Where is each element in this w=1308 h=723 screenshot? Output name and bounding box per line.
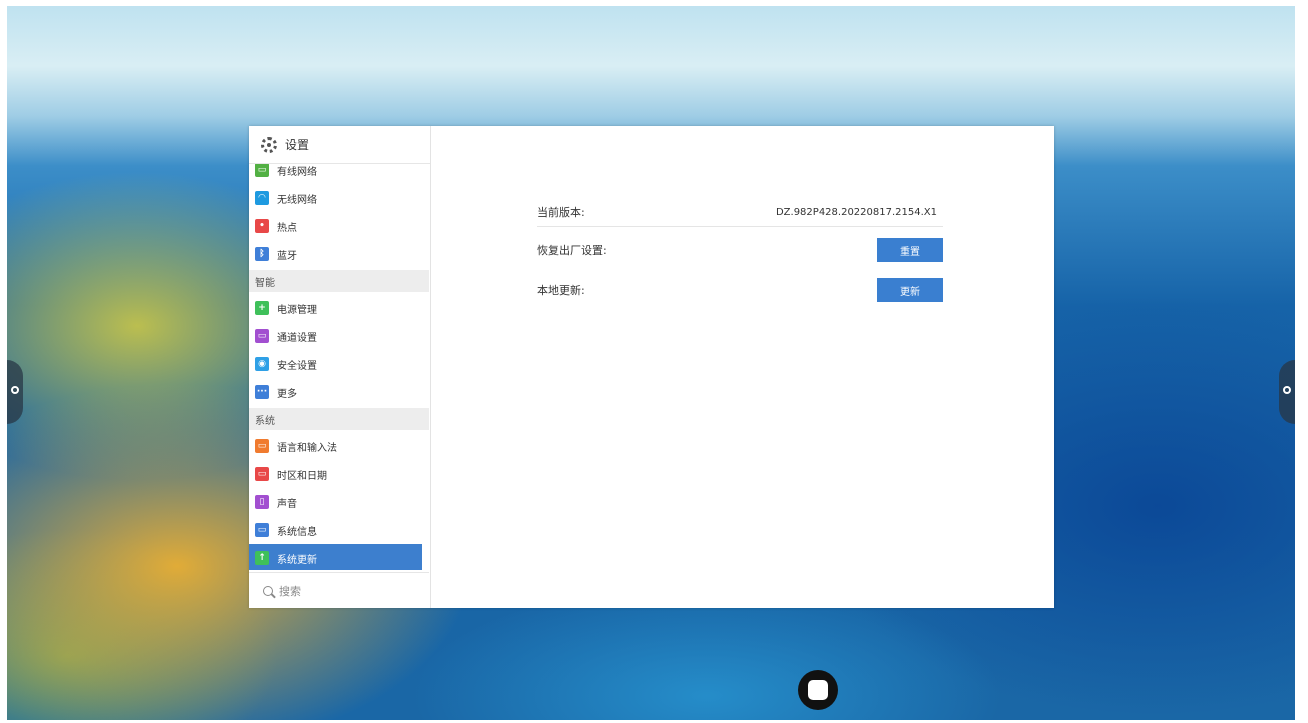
sidebar-item-channel-settings[interactable]: ▭ 通道设置 — [249, 322, 429, 350]
sidebar-item-more[interactable]: ··· 更多 — [249, 378, 429, 406]
hotspot-icon: • — [255, 219, 269, 233]
home-square-icon — [808, 680, 828, 700]
update-button[interactable]: 更新 — [877, 278, 943, 302]
sidebar-item-system-info[interactable]: ▭ 系统信息 — [249, 516, 429, 544]
sidebar-item-timezone-date[interactable]: ▭ 时区和日期 — [249, 460, 429, 488]
timezone-date-icon: ▭ — [255, 467, 269, 481]
toolbar-dot-icon — [1283, 386, 1291, 394]
wired-network-icon: ▭ — [255, 164, 269, 177]
system-info-icon: ▭ — [255, 523, 269, 537]
sidebar-item-wired-network[interactable]: ▭ 有线网络 — [249, 164, 429, 184]
app-title: 设置 — [285, 138, 310, 152]
sidebar-item-power-management[interactable]: + 电源管理 — [249, 294, 429, 322]
search-icon — [263, 585, 273, 596]
sound-icon: ▯ — [255, 495, 269, 509]
power-management-icon: + — [255, 301, 269, 315]
wifi-icon: ◠ — [255, 191, 269, 205]
version-row: 当前版本: DZ.982P428.20220817.2154.X1 — [537, 198, 943, 227]
sidebar-item-bluetooth[interactable]: ᛒ 蓝牙 — [249, 240, 429, 268]
sidebar: 设置 ▭ 有线网络 ◠ 无线网络 • 热点 ᛒ 蓝牙智能 + 电源管理 ▭ 通道设置 ◉ 安全设置 ··· 更… — [249, 126, 431, 608]
language-input-icon: ▭ — [255, 439, 269, 453]
section-header-smart: 智能 — [249, 270, 429, 292]
reset-button[interactable]: 重置 — [877, 238, 943, 262]
version-value: DZ.982P428.20220817.2154.X1 — [775, 206, 937, 218]
sidebar-item-sound[interactable]: ▯ 声音 — [249, 488, 429, 516]
sidebar-item-label: 蓝牙 — [277, 250, 297, 262]
sidebar-item-label: 无线网络 — [277, 194, 317, 206]
sidebar-item-label: 更多 — [277, 388, 297, 400]
sidebar-item-system-update[interactable]: ↑ 系统更新 — [249, 544, 422, 570]
main-panel: 当前版本: DZ.982P428.20220817.2154.X1 恢复出厂设置… — [431, 126, 1054, 608]
sidebar-header: 设置 — [249, 126, 430, 164]
factory-reset-label: 恢复出厂设置: — [537, 244, 607, 257]
local-update-row: 本地更新: 更新 — [537, 276, 943, 304]
sidebar-item-hotspot[interactable]: • 热点 — [249, 212, 429, 240]
version-label: 当前版本: — [537, 206, 585, 219]
right-side-toolbar-handle[interactable] — [1279, 360, 1295, 424]
gear-icon — [261, 136, 277, 153]
sidebar-item-label: 时区和日期 — [277, 470, 327, 482]
sidebar-item-label: 有线网络 — [277, 166, 317, 178]
bluetooth-icon: ᛒ — [255, 247, 269, 261]
channel-settings-icon: ▭ — [255, 329, 269, 343]
search-box[interactable]: 搜索 — [249, 572, 429, 608]
sidebar-item-label: 声音 — [277, 498, 297, 510]
sidebar-item-label: 系统信息 — [277, 526, 317, 538]
sidebar-item-label: 语言和输入法 — [277, 442, 337, 454]
sidebar-item-security[interactable]: ◉ 安全设置 — [249, 350, 429, 378]
sidebar-item-wifi[interactable]: ◠ 无线网络 — [249, 184, 429, 212]
sidebar-menu[interactable]: ▭ 有线网络 ◠ 无线网络 • 热点 ᛒ 蓝牙智能 + 电源管理 ▭ 通道设置 ◉ 安全设置 ··· 更多系统… — [249, 164, 429, 570]
sidebar-menu-list: ▭ 有线网络 ◠ 无线网络 • 热点 ᛒ 蓝牙智能 + 电源管理 ▭ 通道设置 ◉ 安全设置 ··· 更多系统… — [249, 164, 429, 570]
search-placeholder: 搜索 — [279, 584, 301, 598]
left-side-toolbar-handle[interactable] — [7, 360, 23, 424]
sidebar-item-language-input[interactable]: ▭ 语言和输入法 — [249, 432, 429, 460]
toolbar-dot-icon — [11, 386, 19, 394]
sidebar-item-label: 安全设置 — [277, 360, 317, 372]
factory-reset-row: 恢复出厂设置: 重置 — [537, 236, 943, 264]
security-icon: ◉ — [255, 357, 269, 371]
sidebar-item-label: 电源管理 — [277, 304, 317, 316]
home-button[interactable] — [798, 670, 838, 710]
local-update-label: 本地更新: — [537, 284, 585, 297]
sidebar-item-label: 通道设置 — [277, 332, 317, 344]
settings-window: 设置 ▭ 有线网络 ◠ 无线网络 • 热点 ᛒ 蓝牙智能 + 电源管理 ▭ 通道设置 ◉ 安全设置 ··· 更… — [249, 126, 1054, 608]
section-header-system: 系统 — [249, 408, 429, 430]
system-update-icon: ↑ — [255, 551, 269, 565]
more-icon: ··· — [255, 385, 269, 399]
sidebar-item-label: 系统更新 — [277, 554, 317, 566]
sidebar-item-label: 热点 — [277, 222, 297, 234]
